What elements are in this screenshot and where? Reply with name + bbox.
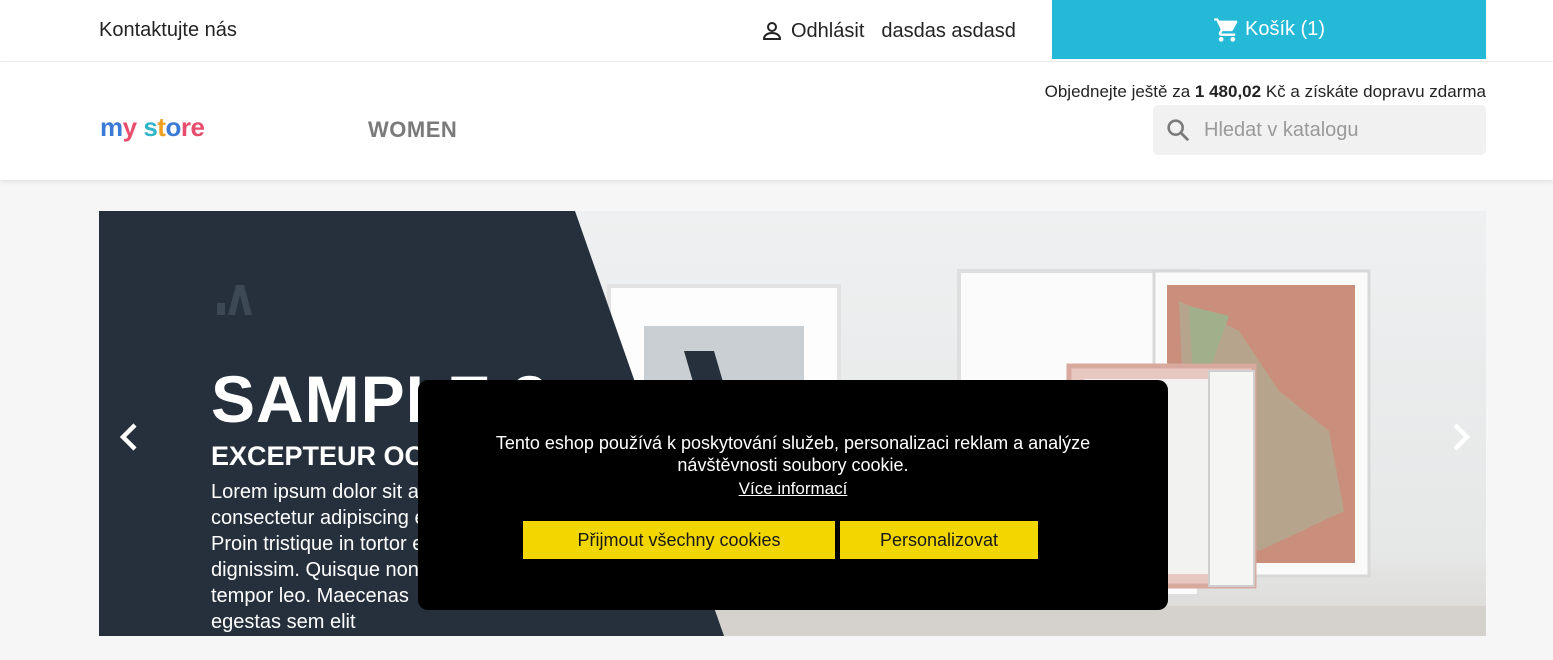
search-input[interactable] — [1202, 117, 1476, 143]
user-area: Odhlásit dasdas asdasd — [760, 17, 1016, 45]
cart-button[interactable]: Košík (1) — [1052, 0, 1486, 59]
main-header: my store WOMEN Objednejte ještě za 1 480… — [0, 62, 1553, 180]
logo-wordmark: my store — [100, 112, 205, 142]
brand-mark-icon — [217, 285, 252, 315]
cookie-message: Tento eshop používá k poskytování služeb… — [495, 433, 1091, 475]
search-icon[interactable] — [1164, 116, 1192, 144]
personalize-cookies-button[interactable]: Personalizovat — [840, 521, 1038, 559]
logout-link[interactable]: Odhlásit — [791, 20, 864, 43]
shipping-prefix: Objednejte ještě za — [1044, 82, 1191, 101]
shipping-suffix: Kč a získáte dopravu zdarma — [1265, 82, 1486, 101]
nav-women[interactable]: WOMEN — [368, 117, 457, 143]
accept-all-cookies-button[interactable]: Přijmout všechny cookies — [523, 521, 835, 559]
cookie-consent-dialog: Tento eshop používá k poskytování služeb… — [418, 380, 1168, 610]
user-icon — [760, 19, 784, 43]
cookie-buttons: Přijmout všechny cookies Personalizovat — [523, 521, 1038, 559]
chevron-right-icon[interactable] — [1445, 419, 1475, 455]
more-info-link[interactable]: Více informací — [739, 479, 848, 499]
account-link[interactable]: dasdas asdasd — [881, 20, 1016, 43]
search-box — [1153, 105, 1486, 155]
free-shipping-notice: Objednejte ještě za 1 480,02 Kč a získát… — [1045, 82, 1486, 102]
svg-text:my store: my store — [100, 112, 204, 142]
shipping-amount: 1 480,02 — [1194, 82, 1262, 101]
chevron-left-icon[interactable] — [115, 419, 145, 455]
contact-link[interactable]: Kontaktujte nás — [99, 19, 237, 42]
store-logo[interactable]: my store — [100, 112, 224, 155]
cart-icon — [1213, 16, 1241, 44]
top-bar: Kontaktujte nás Odhlásit dasdas asdasd K… — [0, 0, 1553, 62]
cart-label: Košík (1) — [1244, 18, 1326, 40]
